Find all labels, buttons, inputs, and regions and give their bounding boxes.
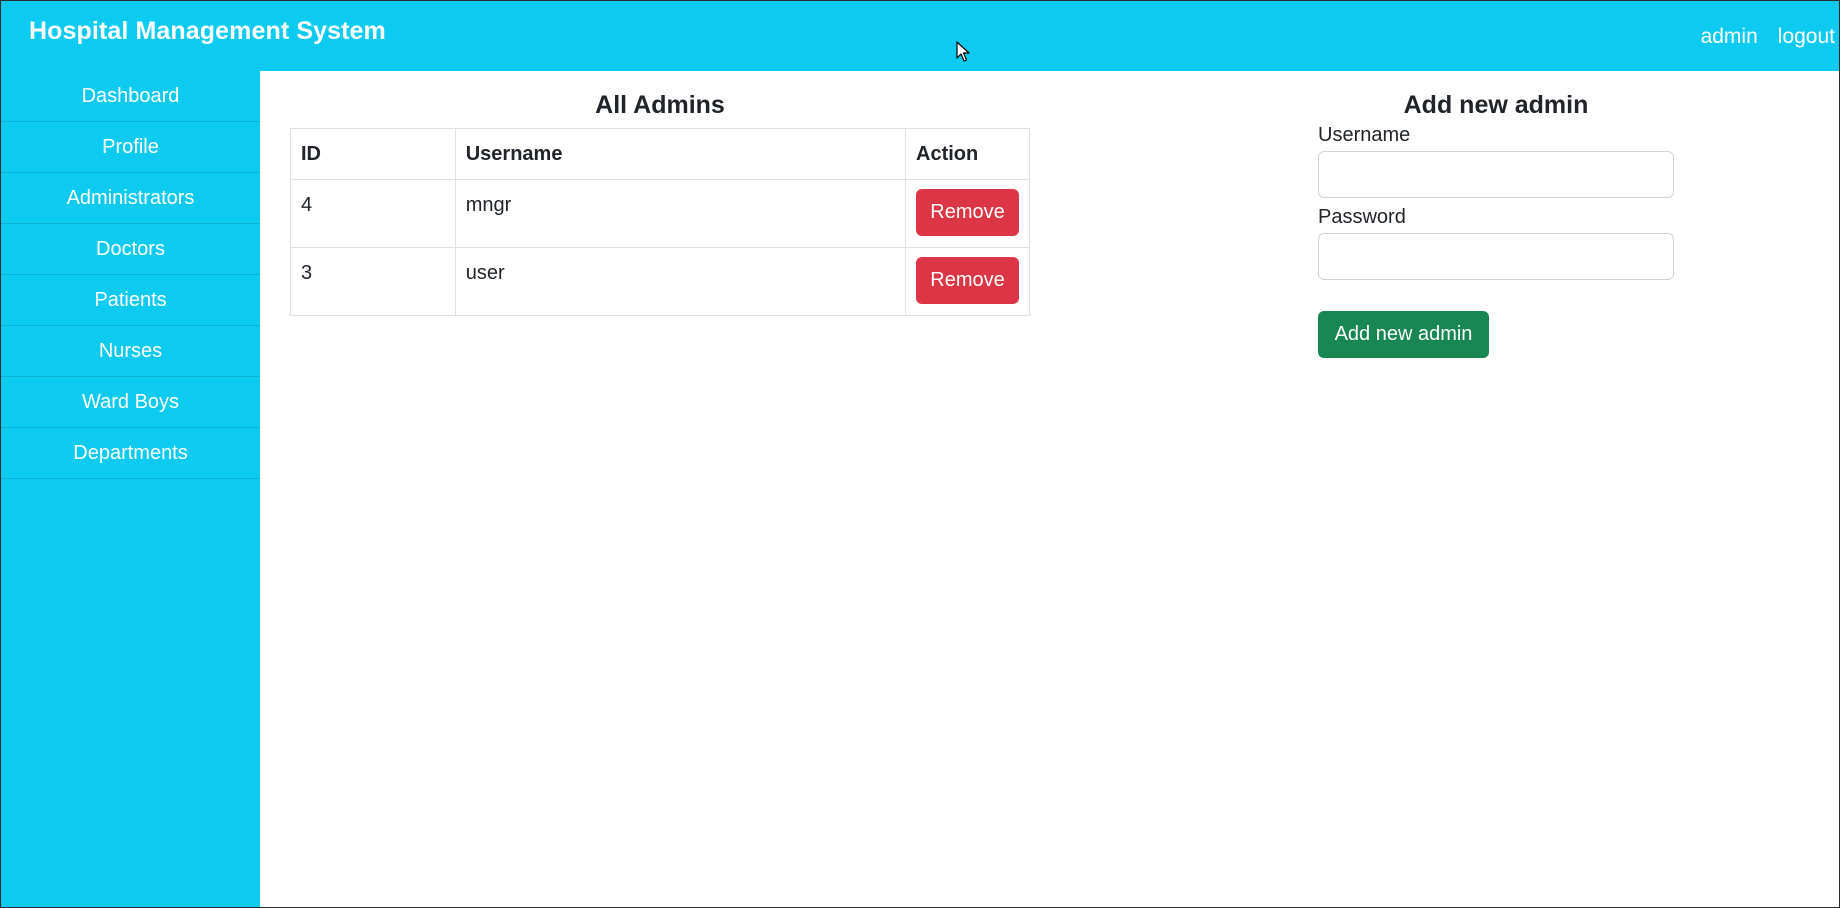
remove-admin-button[interactable]: Remove xyxy=(916,189,1019,236)
table-row: 4 mngr Remove xyxy=(290,179,1030,248)
password-input[interactable] xyxy=(1318,233,1674,280)
column-header-id: ID xyxy=(290,128,456,180)
add-new-admin-button[interactable]: Add new admin xyxy=(1318,311,1489,358)
cell-action: Remove xyxy=(905,247,1030,316)
sidebar-item-profile[interactable]: Profile xyxy=(1,122,260,173)
cell-id: 4 xyxy=(290,179,456,248)
remove-admin-button[interactable]: Remove xyxy=(916,257,1019,304)
sidebar-item-patients[interactable]: Patients xyxy=(1,275,260,326)
admins-table: ID Username Action 4 mngr Remove 3 user … xyxy=(290,128,1030,316)
top-navbar: Hospital Management System admin logout xyxy=(1,1,1839,71)
column-header-action: Action xyxy=(905,128,1030,180)
cell-username: user xyxy=(454,247,907,316)
sidebar-item-dashboard[interactable]: Dashboard xyxy=(1,71,260,122)
sidebar-item-ward-boys[interactable]: Ward Boys xyxy=(1,377,260,428)
app-window: Hospital Management System admin logout … xyxy=(0,0,1840,908)
top-nav-links: admin logout xyxy=(1701,25,1835,49)
logout-link[interactable]: logout xyxy=(1778,25,1835,49)
username-input[interactable] xyxy=(1318,151,1674,198)
admin-user-link[interactable]: admin xyxy=(1701,25,1758,49)
column-header-username: Username xyxy=(454,128,907,180)
main-content: All Admins ID Username Action 4 mngr Rem… xyxy=(260,71,1839,907)
password-label: Password xyxy=(1318,206,1406,228)
sidebar-item-doctors[interactable]: Doctors xyxy=(1,224,260,275)
add-admin-form: Add new admin Username Password Add new … xyxy=(1318,91,1674,358)
cell-username: mngr xyxy=(454,179,907,248)
table-header-row: ID Username Action xyxy=(290,128,1030,180)
mouse-pointer-icon xyxy=(956,41,970,62)
sidebar-item-administrators[interactable]: Administrators xyxy=(1,173,260,224)
table-row: 3 user Remove xyxy=(290,247,1030,316)
username-label: Username xyxy=(1318,124,1411,146)
sidebar-item-departments[interactable]: Departments xyxy=(1,428,260,479)
cell-id: 3 xyxy=(290,247,456,316)
all-admins-title: All Admins xyxy=(595,91,725,119)
sidebar-item-nurses[interactable]: Nurses xyxy=(1,326,260,377)
add-admin-title: Add new admin xyxy=(1403,91,1589,119)
all-admins-section: All Admins ID Username Action 4 mngr Rem… xyxy=(290,91,1030,316)
sidebar: Dashboard Profile Administrators Doctors… xyxy=(1,71,260,907)
cell-action: Remove xyxy=(905,179,1030,248)
brand-title[interactable]: Hospital Management System xyxy=(29,17,386,46)
